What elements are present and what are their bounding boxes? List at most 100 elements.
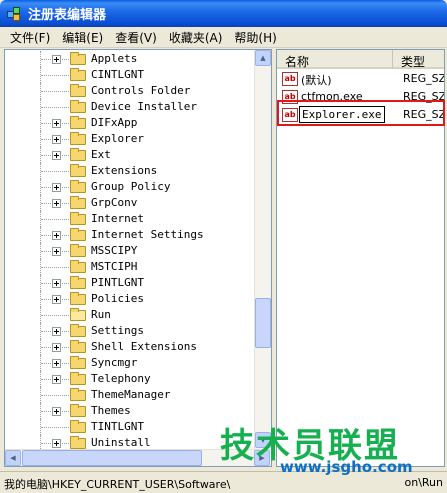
tree-item[interactable]: Settings [5,323,255,339]
tree-item-label: Internet [91,212,144,225]
folder-icon [70,132,86,145]
tree-item-label: CINTLGNT [91,68,144,81]
expand-toggle-icon[interactable] [52,135,61,144]
column-header-type[interactable]: 类型 [393,50,444,69]
ab-icon: ab [282,72,298,86]
tree-item-label: PINTLGNT [91,276,144,289]
tree-item[interactable]: Explorer [5,131,255,147]
tree-item[interactable]: Applets [5,51,255,67]
tree-item-label: Settings [91,324,144,337]
tree-item[interactable]: Themes [5,403,255,419]
tree-item-label: DIFxApp [91,116,138,129]
tree-item[interactable]: DIFxApp [5,115,255,131]
tree-item-label: Themes [91,404,131,417]
folder-icon [70,228,86,241]
tree-item[interactable]: Telephony [5,371,255,387]
folder-open-icon [70,308,86,321]
tree-item[interactable]: GrpConv [5,195,255,211]
regedit-icon [6,6,22,22]
tree-item[interactable]: Shell Extensions [5,339,255,355]
menu-file[interactable]: 文件(F) [4,27,56,48]
tree-item-label: Device Installer [91,100,197,113]
expand-toggle-icon[interactable] [52,343,61,352]
horizontal-scroll-thumb[interactable] [22,450,202,466]
expand-toggle-icon[interactable] [52,439,61,448]
expand-toggle-icon[interactable] [52,247,61,256]
tree-item[interactable]: Run [5,307,255,323]
tree-item-label: Extensions [91,164,158,177]
tree-item-label: Group Policy [91,180,171,193]
folder-icon [70,180,86,193]
expand-toggle-icon[interactable] [52,327,61,336]
folder-icon [70,356,86,369]
folder-icon [70,68,86,81]
expand-toggle-icon[interactable] [52,407,61,416]
tree-item-label: Ext [91,148,111,161]
tree-item-label: Shell Extensions [91,340,197,353]
list-item[interactable]: ab (默认) REG_SZ [277,70,445,88]
expand-toggle-icon[interactable] [52,231,61,240]
tree-item[interactable]: ThemeManager [5,387,255,403]
folder-icon [70,420,86,433]
status-path-end: on\Run [404,476,444,489]
folder-icon [70,196,86,209]
expand-toggle-icon[interactable] [52,375,61,384]
column-header-name[interactable]: 名称 [277,50,393,69]
expand-toggle-icon[interactable] [52,295,61,304]
registry-tree: Applets CINTLGNT Controls Folder Device Ins… [5,50,255,451]
tree-item-label: Uninstall [91,436,151,449]
expand-toggle-icon[interactable] [52,199,61,208]
scroll-up-button[interactable]: ▲ [255,50,271,66]
expand-toggle-icon[interactable] [52,183,61,192]
tree-pane: Applets CINTLGNT Controls Folder Device Ins… [4,49,272,467]
folder-icon [70,148,86,161]
tree-item-label: TINTLGNT [91,420,144,433]
tree-item[interactable]: CINTLGNT [5,67,255,83]
scroll-down-button[interactable]: ▼ [255,432,271,448]
menu-view[interactable]: 查看(V) [109,27,163,48]
tree-item[interactable]: MSSCIPY [5,243,255,259]
tree-item[interactable]: Controls Folder [5,83,255,99]
folder-icon [70,84,86,97]
folder-icon [70,292,86,305]
value-type: REG_SZ [403,72,445,85]
scroll-left-button[interactable]: ◀ [5,450,21,466]
expand-toggle-icon[interactable] [52,151,61,160]
tree-item-label: Controls Folder [91,84,191,97]
expand-toggle-icon[interactable] [52,359,61,368]
menu-help[interactable]: 帮助(H) [228,27,282,48]
folder-icon [70,212,86,225]
tree-item[interactable]: PINTLGNT [5,275,255,291]
tree-item[interactable]: Policies [5,291,255,307]
folder-icon [70,372,86,385]
folder-icon [70,164,86,177]
menu-edit[interactable]: 编辑(E) [56,27,109,48]
scroll-thumb[interactable] [255,298,271,348]
folder-icon [70,100,86,113]
tree-item-label: MSSCIPY [91,244,138,257]
tree-item-label: Internet Settings [91,228,204,241]
tree-item[interactable]: Syncmgr [5,355,255,371]
tree-item-label: Run [91,308,111,321]
tree-item[interactable]: Ext [5,147,255,163]
folder-icon [70,244,86,257]
tree-item[interactable]: Internet [5,211,255,227]
folder-icon [70,388,86,401]
tree-item[interactable]: Internet Settings [5,227,255,243]
expand-toggle-icon[interactable] [52,119,61,128]
expand-toggle-icon[interactable] [52,279,61,288]
tree-vertical-scrollbar[interactable]: ▲ ▼ [254,50,271,449]
tree-horizontal-scrollbar[interactable]: ◀ ▶ [5,449,271,466]
status-bar: 我的电脑\HKEY_CURRENT_USER\Software\ on\Run [0,471,447,493]
expand-toggle-icon[interactable] [52,55,61,64]
tree-item[interactable]: TINTLGNT [5,419,255,435]
tree-item[interactable]: Device Installer [5,99,255,115]
title-bar[interactable]: 注册表编辑器 [0,0,447,27]
tree-item[interactable]: MSTCIPH [5,259,255,275]
tree-item[interactable]: Extensions [5,163,255,179]
menu-favorites[interactable]: 收藏夹(A) [163,27,229,48]
tree-item[interactable]: Group Policy [5,179,255,195]
scroll-right-button[interactable]: ▶ [254,450,270,466]
annotation-highlight-box [277,100,445,126]
folder-icon [70,116,86,129]
